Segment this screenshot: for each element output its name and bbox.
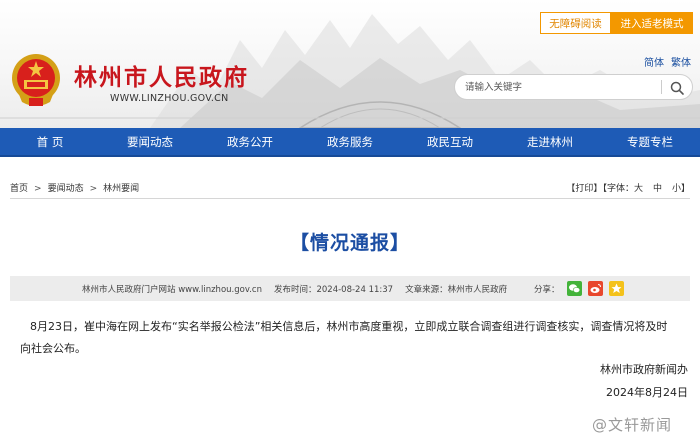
breadcrumb-separator: >: [89, 184, 98, 194]
nav-item-home[interactable]: 首 页: [0, 128, 100, 155]
search-icon[interactable]: [669, 80, 685, 96]
lang-simplified-link[interactable]: 简体: [644, 54, 664, 69]
font-large-button[interactable]: 大: [634, 184, 643, 194]
font-medium-button[interactable]: 中: [653, 184, 662, 194]
elder-mode-button[interactable]: 进入适老模式: [611, 12, 693, 34]
qzone-icon[interactable]: [609, 281, 624, 296]
signature-org: 林州市政府新闻办: [600, 363, 688, 376]
meta-source: 文章来源：林州市人民政府: [405, 285, 508, 295]
breadcrumb: 首页 > 要闻动态 > 林州要闻: [10, 181, 139, 194]
main-nav: 首 页 要闻动态 政务公开 政务服务 政民互动 走进林州 专题专栏: [0, 128, 700, 157]
article-paragraph: 8月23日，崔中海在网上发布“实名举报公检法”相关信息后，林州市高度重视，立即成…: [30, 320, 668, 333]
nav-item-interaction[interactable]: 政民互动: [400, 128, 500, 155]
nav-item-special-topics[interactable]: 专题专栏: [600, 128, 700, 155]
signature-date: 2024年8月24日: [606, 386, 688, 399]
article-tools: 【打印】【字体：大中小】: [566, 181, 690, 194]
site-title: 林州市人民政府: [74, 65, 249, 91]
national-emblem-icon: [12, 54, 60, 106]
meta-publish-time: 发布时间：2024-08-24 11:37: [273, 285, 394, 295]
nav-item-about-linzhou[interactable]: 走进林州: [500, 128, 600, 155]
search-divider: [661, 80, 662, 94]
watermark: @文轩新闻: [592, 416, 673, 434]
article-meta-bar: 林州市人民政府门户网站 www.linzhou.gov.cn 发布时间：2024-…: [10, 276, 690, 301]
search-input[interactable]: [465, 79, 655, 95]
article-body: 8月23日，崔中海在网上发布“实名举报公检法”相关信息后，林州市高度重视，立即成…: [20, 316, 690, 360]
accessibility-reading-button[interactable]: 无障碍阅读: [540, 12, 611, 34]
breadcrumb-news[interactable]: 要闻动态: [48, 184, 84, 194]
divider: [10, 198, 690, 199]
breadcrumb-linzhou-news[interactable]: 林州要闻: [103, 184, 139, 194]
font-small-button[interactable]: 小】: [672, 184, 690, 194]
weibo-icon[interactable]: [588, 281, 603, 296]
search-box: [454, 74, 693, 100]
nav-item-gov-affairs-open[interactable]: 政务公开: [200, 128, 300, 155]
meta-site: 林州市人民政府门户网站 www.linzhou.gov.cn: [82, 285, 262, 295]
print-button[interactable]: 【打印】: [566, 184, 602, 194]
nav-item-gov-services[interactable]: 政务服务: [300, 128, 400, 155]
article-paragraph: 向社会公布。: [20, 342, 86, 355]
site-url: WWW.LINZHOU.GOV.CN: [110, 93, 229, 104]
lang-traditional-link[interactable]: 繁体: [671, 54, 691, 69]
article-meta: 林州市人民政府门户网站 www.linzhou.gov.cn 发布时间：2024-…: [82, 283, 519, 295]
share-label: 分享：: [534, 285, 560, 295]
font-size-label: 【字体：: [602, 184, 634, 194]
article-title: 【情况通报】: [289, 232, 410, 254]
site-header: 林州市人民政府 WWW.LINZHOU.GOV.CN 无障碍阅读 进入适老模式 …: [0, 0, 700, 128]
nav-item-news[interactable]: 要闻动态: [100, 128, 200, 155]
wechat-icon[interactable]: [567, 281, 582, 296]
breadcrumb-separator: >: [34, 184, 42, 194]
breadcrumb-home[interactable]: 首页: [10, 184, 28, 194]
